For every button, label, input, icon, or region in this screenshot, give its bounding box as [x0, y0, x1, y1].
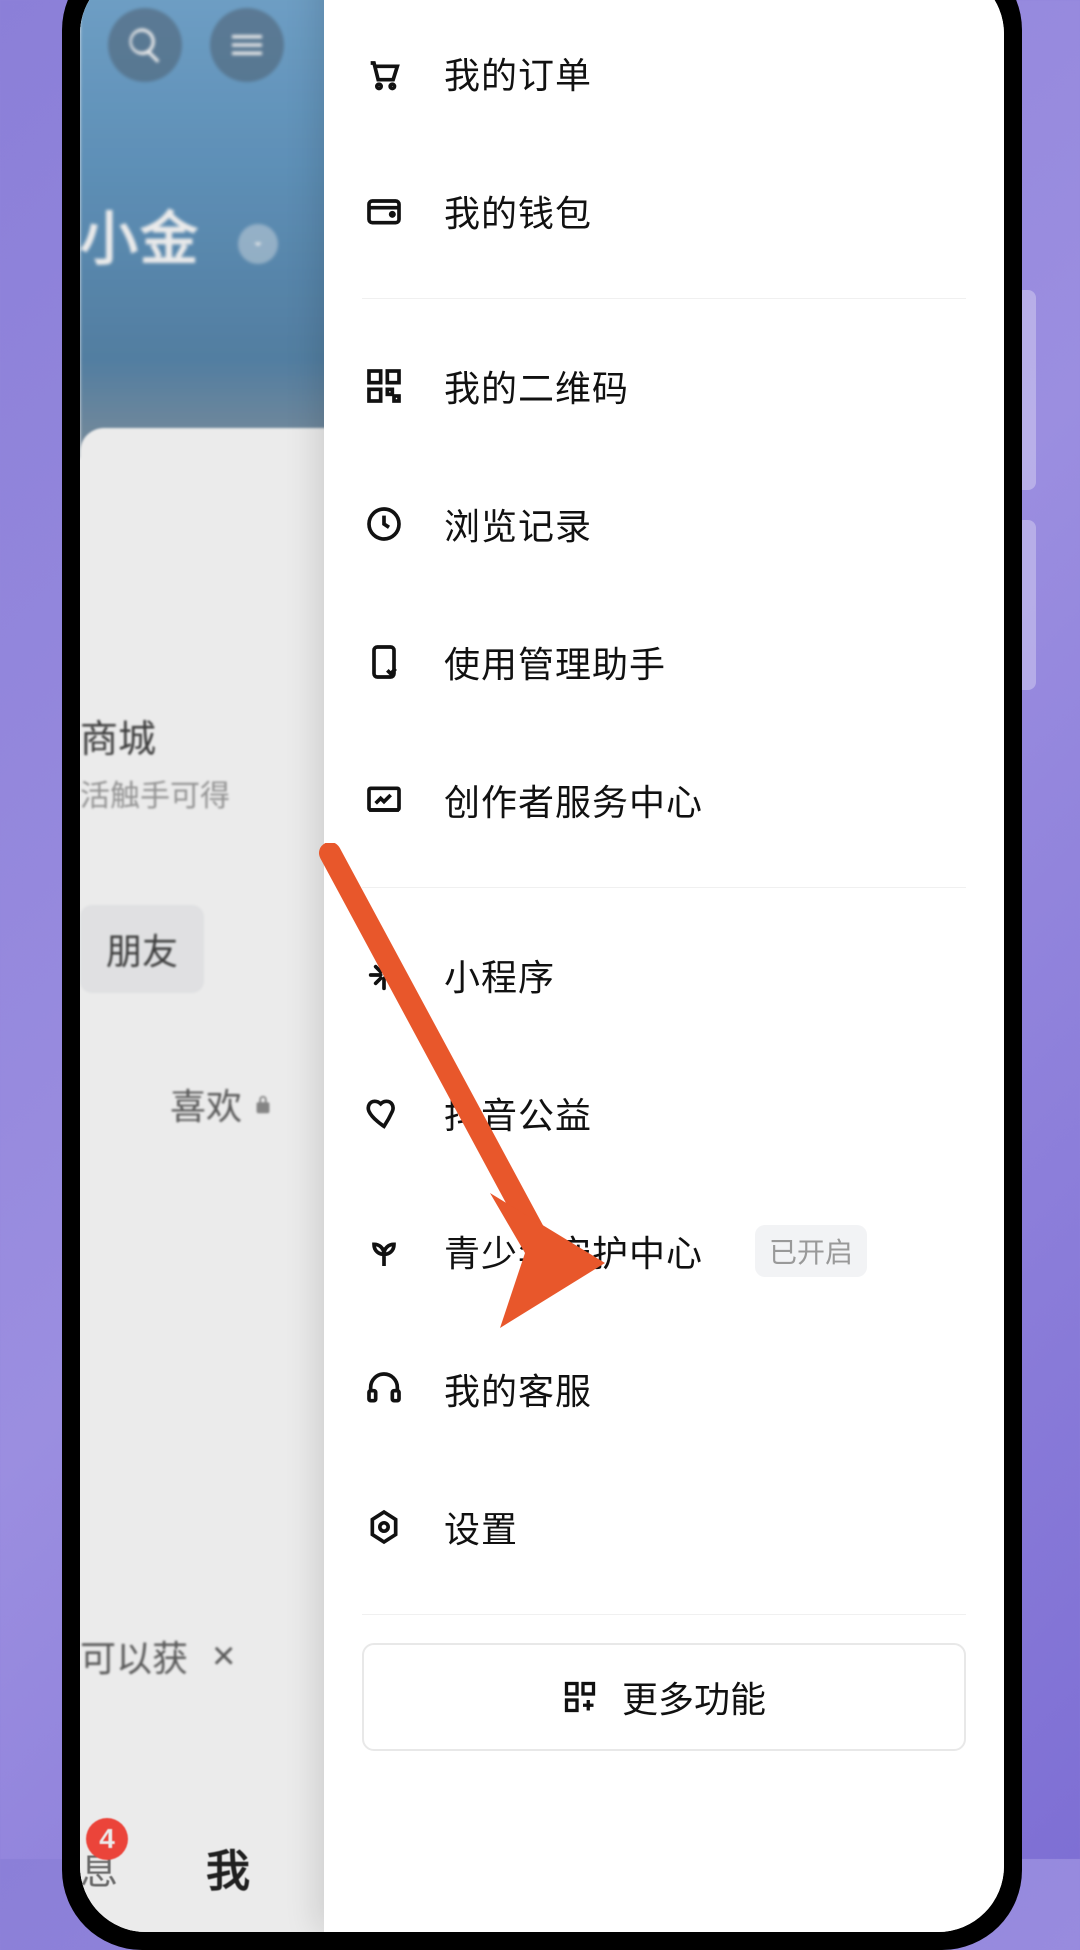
side-drawer: 我的订单 我的钱包 我的二维码 浏览记录: [324, 0, 1004, 1932]
clock-icon: [362, 502, 406, 546]
menu-history[interactable]: 浏览记录: [362, 455, 966, 593]
profile-page-background: 小金 商城 活触手可得 朋友 喜欢: [80, 0, 360, 1932]
menu-item-label: 使用管理助手: [444, 636, 666, 688]
menu-wallet[interactable]: 我的钱包: [362, 142, 966, 280]
drawer-scrim[interactable]: [80, 0, 360, 1932]
menu-creator-center[interactable]: 创作者服务中心: [362, 731, 966, 869]
menu-item-label: 我的客服: [444, 1363, 592, 1415]
menu-teen-guardian[interactable]: 青少年守护中心 已开启: [362, 1182, 966, 1320]
menu-item-label: 小程序: [444, 949, 555, 1001]
screen: 小金 商城 活触手可得 朋友 喜欢: [80, 0, 1004, 1932]
wallet-icon: [362, 189, 406, 233]
menu-item-label: 我的二维码: [444, 360, 629, 412]
divider: [362, 887, 966, 888]
spark-icon: [362, 953, 406, 997]
divider: [362, 1614, 966, 1615]
menu-settings[interactable]: 设置: [362, 1458, 966, 1596]
cart-icon: [362, 51, 406, 95]
more-functions-button[interactable]: 更多功能: [362, 1643, 966, 1751]
qrcode-icon: [362, 364, 406, 408]
heart-icon: [362, 1091, 406, 1135]
menu-item-label: 抖音公益: [444, 1087, 592, 1139]
more-functions-label: 更多功能: [622, 1671, 766, 1723]
menu-item-label: 浏览记录: [444, 498, 592, 550]
menu-item-label: 创作者服务中心: [444, 774, 703, 826]
seedling-icon: [362, 1229, 406, 1273]
settings-icon: [362, 1505, 406, 1549]
teen-mode-badge: 已开启: [755, 1225, 867, 1277]
monitor-chart-icon: [362, 778, 406, 822]
phone-frame: 小金 商城 活触手可得 朋友 喜欢: [62, 0, 1022, 1950]
menu-charity[interactable]: 抖音公益: [362, 1044, 966, 1182]
menu-support[interactable]: 我的客服: [362, 1320, 966, 1458]
phone-side-button: [1022, 290, 1036, 490]
menu-item-label: 青少年守护中心: [444, 1225, 703, 1277]
menu-qrcode[interactable]: 我的二维码: [362, 317, 966, 455]
menu-item-label: 我的钱包: [444, 185, 592, 237]
menu-miniprogram[interactable]: 小程序: [362, 906, 966, 1044]
menu-item-label: 设置: [444, 1501, 518, 1553]
menu-item-label: 我的订单: [444, 47, 592, 99]
menu-orders[interactable]: 我的订单: [362, 4, 966, 142]
menu-usage-assistant[interactable]: 使用管理助手: [362, 593, 966, 731]
divider: [362, 298, 966, 299]
phone-check-icon: [362, 640, 406, 684]
grid-add-icon: [562, 1679, 598, 1715]
headset-icon: [362, 1367, 406, 1411]
phone-side-button: [1022, 520, 1036, 690]
